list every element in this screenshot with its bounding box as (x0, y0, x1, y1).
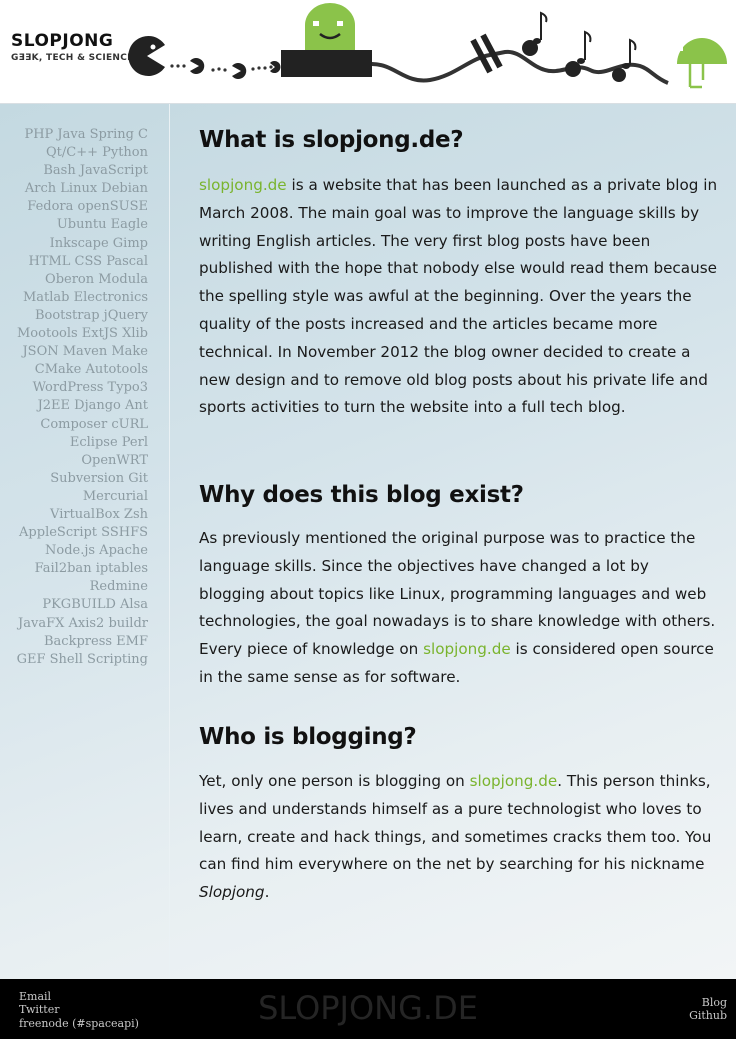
tag-link[interactable]: Qt/C++ Python (0, 144, 148, 162)
tag-link[interactable]: Mootools ExtJS Xlib (0, 325, 148, 343)
tag-link[interactable]: VirtualBox Zsh (0, 506, 148, 524)
tag-link[interactable]: Fail2ban iptables (0, 560, 148, 578)
tag-link[interactable]: OpenWRT (0, 452, 148, 470)
tag-link[interactable]: PHP Java Spring C (0, 126, 148, 144)
paragraph-text: Yet, only one person is blogging on (199, 772, 470, 790)
site-footer: Email Twitter freenode (#spaceapi) SLOPJ… (0, 979, 736, 1039)
paragraph-text: is a website that has been launched as a… (199, 176, 718, 417)
footer-link-blog[interactable]: Blog (689, 996, 727, 1009)
tag-link[interactable]: GEF Shell Scripting (0, 651, 148, 669)
tag-link[interactable]: CMake Autotools (0, 361, 148, 379)
footer-link-github[interactable]: Github (689, 1009, 727, 1022)
header-illustration (128, 3, 727, 89)
tag-link[interactable]: Mercurial (0, 488, 148, 506)
paragraph-text: . (264, 883, 270, 902)
tag-link[interactable]: Bootstrap jQuery (0, 307, 148, 325)
tag-link[interactable]: Backpress EMF (0, 633, 148, 651)
site-header: SLOPJONG GƎƎK, TECH & SCIENCE (0, 0, 736, 104)
tag-link[interactable]: Eclipse Perl (0, 434, 148, 452)
tag-link[interactable]: Bash JavaScript (0, 162, 148, 180)
section-heading-why: Why does this blog exist? (199, 482, 524, 508)
tag-link[interactable]: JSON Maven Make (0, 343, 148, 361)
tag-link[interactable]: Inkscape Gimp (0, 235, 148, 253)
green-monster-icon (305, 3, 355, 50)
section-heading-what: What is slopjong.de? (199, 127, 464, 153)
site-link[interactable]: slopjong.de (199, 176, 287, 194)
site-link[interactable]: slopjong.de (423, 640, 511, 658)
section-text-why: As previously mentioned the original pur… (199, 525, 719, 692)
gear-icon (522, 40, 626, 82)
sidebar: PHP Java Spring C Qt/C++ Python Bash Jav… (0, 104, 170, 979)
tag-link[interactable]: Subversion Git (0, 470, 148, 488)
section-text-who: Yet, only one person is blogging on slop… (199, 768, 719, 907)
site-link[interactable]: slopjong.de (470, 772, 558, 790)
pacman-small-icon (190, 57, 281, 79)
dotted-trail-icon (170, 64, 273, 72)
plug-icon (470, 33, 503, 74)
tag-link[interactable]: Matlab Electronics (0, 289, 148, 307)
green-mushroom-icon (677, 38, 727, 89)
tag-link[interactable]: Arch Linux Debian (0, 180, 148, 198)
music-note-icon (540, 11, 637, 65)
tag-link[interactable]: HTML CSS Pascal (0, 253, 148, 271)
tag-cloud: PHP Java Spring C Qt/C++ Python Bash Jav… (0, 126, 148, 669)
tag-link[interactable]: Fedora openSUSE (0, 198, 148, 216)
main-area: PHP Java Spring C Qt/C++ Python Bash Jav… (0, 104, 736, 979)
tag-link[interactable]: Ubuntu Eagle (0, 216, 148, 234)
section-heading-who: Who is blogging? (199, 724, 417, 750)
tag-link[interactable]: Composer cURL (0, 416, 148, 434)
tag-link[interactable]: Redmine (0, 578, 148, 596)
black-box-icon (281, 50, 372, 77)
tag-link[interactable]: Oberon Modula (0, 271, 148, 289)
tag-link[interactable]: Node.js Apache (0, 542, 148, 560)
section-text-what: slopjong.de is a website that has been l… (199, 172, 719, 422)
paragraph-text: As previously mentioned the original pur… (199, 529, 716, 659)
nickname: Slopjong (199, 883, 265, 902)
tag-link[interactable]: JavaFX Axis2 buildr (0, 615, 148, 633)
pacman-large-icon (128, 36, 165, 76)
tag-link[interactable]: J2EE Django Ant (0, 397, 148, 415)
tag-link[interactable]: WordPress Typo3 (0, 379, 148, 397)
tag-link[interactable]: AppleScript SSHFS (0, 524, 148, 542)
footer-nav-links: Blog Github (689, 996, 727, 1023)
tag-link[interactable]: PKGBUILD Alsa (0, 596, 148, 614)
footer-brand: SLOPJONG.DE (258, 989, 478, 1027)
